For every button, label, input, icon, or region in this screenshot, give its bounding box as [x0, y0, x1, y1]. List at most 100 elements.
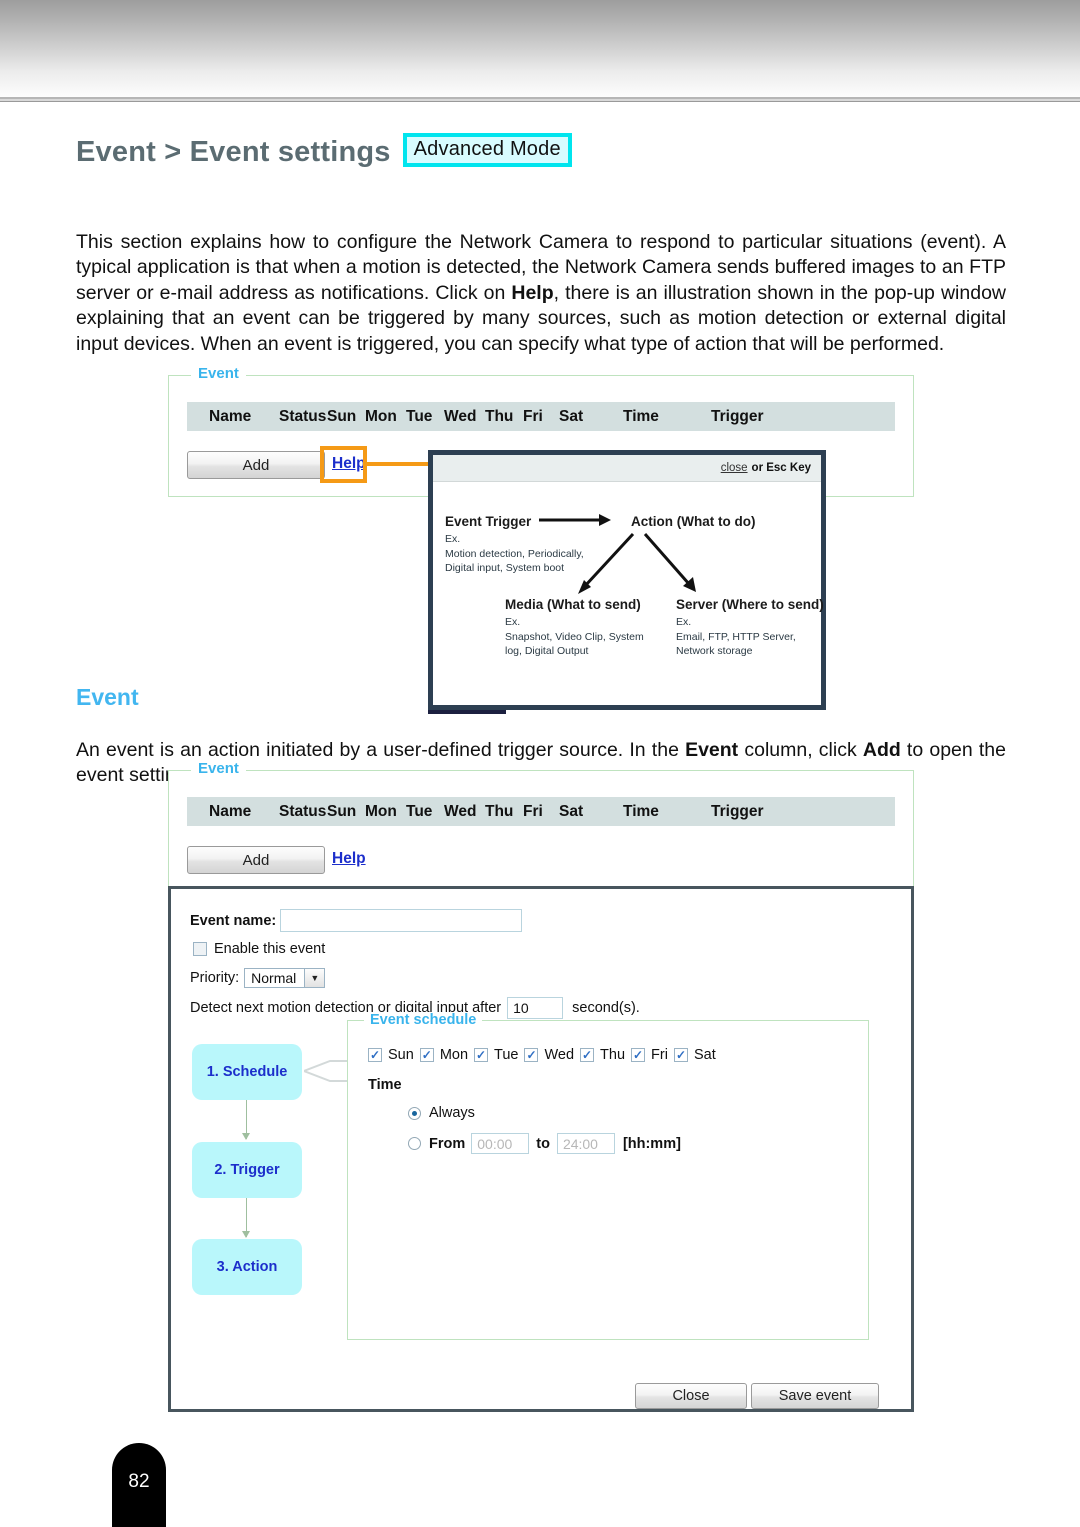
page-title-text: Event > Event settings	[76, 136, 391, 168]
column-header-wed-2: Wed	[444, 802, 477, 820]
node-server-line2: Network storage	[676, 645, 753, 657]
node-server-line1: Email, FTP, HTTP Server,	[676, 630, 796, 643]
column-header-tue: Tue	[406, 407, 433, 425]
day-checkbox-sat[interactable]: ✓	[673, 1048, 688, 1062]
time-always-row[interactable]: Always	[408, 1105, 475, 1121]
column-header-mon: Mon	[365, 407, 397, 425]
priority-row: Priority: Normal ▼	[190, 968, 326, 988]
step-button-action[interactable]: 3. Action	[192, 1239, 302, 1295]
time-always-label: Always	[429, 1105, 475, 1121]
event-table-header-row-bottom: Name Status Sun Mon Tue Wed Thu Fri Sat …	[187, 797, 895, 826]
event-schedule-panel: Event schedule ✓ Sun ✓ Mon ✓ Tue ✓ Wed ✓…	[347, 1012, 869, 1340]
time-section-label: Time	[368, 1077, 402, 1093]
time-range-radio[interactable]	[408, 1137, 421, 1150]
node-server-title: Server (Where to send)	[676, 597, 824, 612]
day-checkbox-sun[interactable]: ✓	[368, 1048, 382, 1062]
help-link-connector-line	[367, 462, 429, 466]
day-checkbox-thu[interactable]: ✓	[580, 1048, 595, 1062]
priority-label: Priority:	[190, 970, 240, 986]
time-from-input[interactable]: 00:00	[471, 1133, 530, 1154]
column-header-fri-2: Fri	[523, 802, 543, 820]
event-list-panel-bottom: Event Name Status Sun Mon Tue Wed Thu Fr…	[168, 760, 914, 890]
section-heading-event: Event	[76, 684, 139, 711]
day-checkbox-mon[interactable]: ✓	[419, 1048, 434, 1062]
column-header-thu-2: Thu	[485, 802, 514, 820]
column-header-trigger-2: Trigger	[711, 802, 764, 820]
schedule-days-row: ✓ Sun ✓ Mon ✓ Tue ✓ Wed ✓ Thu ✓ Fri ✓ Sa…	[368, 1047, 716, 1063]
page-header-band	[0, 0, 1080, 97]
node-event-trigger-line1: Motion detection, Periodically,	[445, 547, 584, 560]
step-button-schedule[interactable]: 1. Schedule	[192, 1044, 302, 1100]
node-server: Server (Where to send) Ex. Email, FTP, H…	[676, 597, 824, 659]
column-header-time: Time	[623, 407, 659, 425]
column-header-sat: Sat	[559, 407, 584, 425]
node-media: Media (What to send) Ex. Snapshot, Video…	[505, 597, 644, 659]
popup-bottom-accent	[428, 710, 506, 714]
day-label-sat: Sat	[693, 1047, 716, 1063]
popup-esc-hint: or Esc Key	[751, 462, 811, 474]
node-media-line1: Snapshot, Video Clip, System	[505, 630, 644, 643]
node-event-trigger-line2: Digital input, System boot	[445, 562, 565, 574]
node-action-title: Action (What to do)	[631, 514, 756, 529]
time-always-radio[interactable]	[408, 1106, 421, 1120]
section-event-emphasis: Event	[685, 738, 739, 761]
node-media-line2: log, Digital Output	[505, 645, 589, 657]
column-header-sun-2: Sun	[327, 802, 357, 820]
day-checkbox-tue[interactable]: ✓	[474, 1048, 489, 1062]
help-link-bottom[interactable]: Help	[332, 850, 366, 868]
detect-interval-suffix: second(s).	[572, 1000, 640, 1016]
event-panel-legend: Event	[191, 365, 246, 382]
popup-close-link[interactable]: close	[721, 462, 748, 474]
add-event-button-bottom[interactable]: Add	[187, 846, 325, 874]
enable-event-checkbox[interactable]	[193, 942, 207, 956]
node-event-trigger: Event Trigger Ex. Motion detection, Peri…	[445, 514, 584, 576]
day-label-wed: Wed	[544, 1047, 575, 1063]
step-arrow-2	[242, 1198, 250, 1238]
page-title: Event > Event settings Advanced Mode	[76, 133, 572, 169]
section-text-part2: column, click	[738, 738, 863, 761]
time-from-label: From	[429, 1135, 466, 1152]
column-header-thu: Thu	[485, 407, 514, 425]
event-panel-legend-bottom: Event	[191, 760, 246, 777]
event-schedule-legend: Event schedule	[364, 1012, 483, 1028]
save-event-button[interactable]: Save event	[751, 1383, 879, 1409]
advanced-mode-badge: Advanced Mode	[402, 133, 572, 167]
day-label-mon: Mon	[439, 1047, 469, 1063]
day-label-sun: Sun	[388, 1047, 414, 1063]
column-header-wed: Wed	[444, 407, 477, 425]
day-checkbox-fri[interactable]: ✓	[631, 1048, 646, 1062]
enable-event-row[interactable]: Enable this event	[193, 941, 325, 957]
day-label-thu: Thu	[600, 1047, 626, 1063]
intro-paragraph: This section explains how to configure t…	[76, 230, 1006, 358]
column-header-sun: Sun	[327, 407, 357, 425]
time-to-label: to	[536, 1135, 550, 1152]
day-checkbox-wed[interactable]: ✓	[524, 1048, 539, 1062]
time-range-row[interactable]: From 00:00 to 24:00 [hh:mm]	[408, 1133, 681, 1154]
add-event-button-top[interactable]: Add	[187, 451, 325, 479]
node-event-trigger-ex: Ex.	[445, 533, 461, 545]
day-label-fri: Fri	[651, 1047, 668, 1063]
column-header-status-2: Status	[279, 802, 327, 820]
intro-help-emphasis: Help	[511, 281, 554, 304]
event-name-input[interactable]	[280, 909, 523, 932]
column-header-name-2: Name	[209, 802, 252, 820]
priority-select-value: Normal	[251, 970, 297, 986]
chevron-down-icon[interactable]: ▼	[304, 969, 325, 987]
step-button-trigger[interactable]: 2. Trigger	[192, 1142, 302, 1198]
close-button[interactable]: Close	[635, 1383, 747, 1409]
section-add-emphasis: Add	[862, 738, 901, 761]
priority-select[interactable]: Normal ▼	[244, 968, 326, 988]
column-header-trigger: Trigger	[711, 407, 764, 425]
node-action: Action (What to do)	[631, 514, 755, 529]
column-header-time-2: Time	[623, 802, 659, 820]
enable-event-label: Enable this event	[214, 941, 326, 957]
time-to-input[interactable]: 24:00	[556, 1133, 615, 1154]
node-media-title: Media (What to send)	[505, 597, 641, 612]
help-link-highlight-box	[320, 446, 367, 483]
event-name-row: Event name:	[190, 909, 523, 932]
detect-interval-input[interactable]: 10	[507, 997, 564, 1019]
node-event-trigger-title: Event Trigger	[445, 514, 532, 529]
column-header-sat-2: Sat	[559, 802, 584, 820]
popup-title-bar: close or Esc Key	[433, 455, 821, 482]
node-media-ex: Ex.	[505, 616, 521, 628]
